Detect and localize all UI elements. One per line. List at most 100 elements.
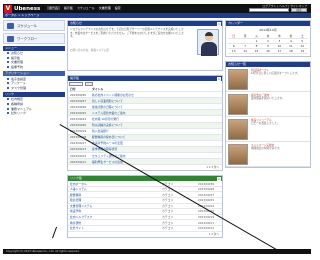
calendar-icon — [7, 22, 14, 29]
row-title[interactable]: 秋の社内イベント開催のお知らせ — [92, 93, 222, 97]
notice-panel: お知らせ × システムメンテナンスのお知らせです。下記の日程でサーバーの定期メン… — [67, 20, 223, 71]
info-panel: お知らせ一覧 新店舗オープン 10月1日に新しい店舗がオープンします。 展示会のご案… — [225, 61, 311, 168]
board-title: 掲示板 × — [68, 76, 222, 81]
row-title[interactable]: 経費精算の締め日について — [92, 135, 222, 139]
link-name[interactable]: 施設予約 — [68, 209, 162, 213]
info-item[interactable]: キャンペーン実施中 期間限定の特別企画です。 — [226, 142, 310, 167]
calendar-date[interactable]: 19 — [296, 49, 308, 54]
nav-schedule[interactable]: スケジュール — [77, 6, 95, 10]
workflow-shortcut-label: ワークフロー — [17, 37, 38, 41]
notice-title-text: お知らせ — [70, 21, 82, 25]
info-item[interactable]: 施設リニューアル ロビーを改装しました。 — [226, 117, 310, 142]
row-date: 2013/09/13 — [70, 147, 87, 152]
links-panel: リンク集 × 社内ポータル カテゴリ 2013/09/30 人事システム カテゴリ 201… — [67, 175, 223, 238]
info-item[interactable]: 新店舗オープン 10月1日に新しい店舗がオープンします。 — [226, 67, 310, 92]
links-pager[interactable]: 1 2 次へ — [68, 232, 222, 237]
row-title[interactable]: 健康診断の日程について — [92, 105, 222, 109]
row-date: 2013/09/17 — [70, 141, 87, 146]
calendar-date[interactable]: 16 — [262, 49, 274, 54]
schedule-shortcut-button[interactable]: スケジュール — [3, 20, 65, 31]
row-date: 2013/09/26 — [70, 104, 87, 109]
info-item-desc: 期間限定の特別企画です。 — [251, 147, 282, 151]
row-date: 2013/09/11 — [70, 159, 87, 164]
calendar-title: カレンダー — [226, 21, 310, 26]
link-date: 2013/09/25 — [198, 198, 215, 203]
link-name[interactable]: 勤怠管理 — [68, 198, 162, 202]
link-date: 2013/09/30 — [198, 181, 215, 186]
top-nav: ホーム 掲示板 スケジュール 文書管理 設定 — [47, 6, 121, 10]
link-name[interactable]: 社内ポータル — [68, 182, 162, 186]
filter-select[interactable] — [69, 82, 83, 86]
logo-mark: V — [4, 4, 12, 13]
calendar-date[interactable]: 17 — [273, 49, 286, 54]
nav-home[interactable]: ホーム — [47, 6, 60, 10]
schedule-shortcut-label: スケジュール — [17, 24, 38, 28]
right-column: カレンダー 2013年10月 日月火水木金土 1 2 3 4 5 6 7 8 9 10 11 12 13 1… — [225, 20, 311, 172]
row-title[interactable]: 福利厚生サービスの追加 — [92, 160, 222, 164]
link-category: カテゴリ — [162, 187, 174, 192]
link-name[interactable]: 文書管理システム — [68, 204, 162, 208]
row-date: 2013/09/30 — [70, 92, 87, 97]
link-name[interactable]: 人事システム — [68, 187, 162, 191]
notice-text: システムメンテナンスのお知らせです。下記の日程でサーバーの定期メンテナンスを実施… — [70, 28, 184, 39]
link-category: カテゴリ — [162, 226, 174, 231]
close-icon[interactable]: × — [217, 176, 221, 181]
workflow-shortcut-button[interactable]: ワークフロー — [3, 33, 65, 44]
info-thumbnail[interactable] — [228, 94, 248, 115]
search-input[interactable] — [249, 8, 289, 12]
board-panel: 掲示板 × 日付 タイトル 2013/09/30 秋の社内イベント開催のお知らせ 2… — [67, 75, 223, 172]
top-bar: V Ubeness ホーム 掲示板 スケジュール 文書管理 設定 ログアウト |… — [3, 4, 311, 13]
calendar-date[interactable]: 14 — [239, 49, 251, 54]
info-list: 新店舗オープン 10月1日に新しい店舗がオープンします。 展示会のご案内 最新製品を展… — [226, 67, 310, 167]
calendar-date[interactable]: 18 — [285, 49, 297, 54]
main-content: お知らせ × システムメンテナンスのお知らせです。下記の日程でサーバーの定期メン… — [67, 20, 223, 242]
row-title[interactable]: システム更新作業のご案内 — [92, 111, 222, 115]
link-category: カテゴリ — [162, 181, 174, 186]
row-date: 2013/09/24 — [70, 117, 87, 122]
row-title[interactable]: 防災訓練の実施について — [92, 123, 222, 127]
links-title: リンク集 × — [68, 176, 222, 182]
link-name[interactable]: 社内ヘルプデスク — [68, 215, 162, 219]
row-date: 2013/09/20 — [70, 123, 87, 128]
close-icon[interactable]: × — [217, 76, 221, 81]
link-name[interactable]: 教育研修 — [68, 221, 162, 225]
column-title: タイトル — [92, 86, 104, 91]
info-title: お知らせ一覧 — [226, 62, 310, 67]
workflow-icon — [7, 35, 14, 42]
column-date: 日付 — [70, 86, 76, 91]
link-category: カテゴリ — [162, 203, 174, 208]
nav-board[interactable]: 掲示板 — [64, 6, 73, 10]
link-name[interactable]: 経費精算 — [68, 193, 162, 197]
nav-documents[interactable]: 文書管理 — [99, 6, 111, 10]
row-title[interactable]: 夏季休暇の取得状況 — [92, 147, 222, 151]
row-title[interactable]: 会議室予約ルールの変更 — [92, 141, 222, 145]
row-date: 2013/09/27 — [70, 98, 87, 103]
logo[interactable]: V Ubeness — [3, 4, 43, 13]
link-date: 2013/09/17 — [198, 220, 215, 225]
search-button[interactable]: 検索 — [291, 8, 307, 12]
link-name[interactable]: 社外サイト — [68, 226, 162, 230]
info-thumbnail[interactable] — [228, 144, 248, 165]
sidebar-item[interactable]: 設備予約 — [3, 65, 65, 70]
row-title[interactable]: 新しい就業規則について — [92, 99, 222, 103]
board-pager[interactable]: 1 2 3 次へ — [68, 165, 222, 170]
info-item[interactable]: 展示会のご案内 最新製品を展示いたします。 — [226, 92, 310, 117]
link-date: 2013/09/28 — [198, 187, 215, 192]
sidebar-item[interactable]: タスク管理 — [3, 86, 65, 91]
links-title-text: リンク集 — [70, 176, 83, 181]
filter-button[interactable] — [85, 82, 93, 86]
calendar-date[interactable]: 13 — [228, 49, 240, 54]
info-thumbnail[interactable] — [228, 69, 248, 90]
board-title-text: 掲示板 — [70, 76, 80, 80]
row-title[interactable]: 社内報 10月号の発行 — [92, 117, 222, 121]
info-thumbnail[interactable] — [228, 119, 248, 140]
close-icon[interactable]: × — [217, 21, 221, 26]
sidebar-item[interactable]: 社外リンク — [3, 111, 65, 116]
info-item-desc: 10月1日に新しい店舗がオープンします。 — [251, 72, 300, 76]
logo-text: Ubeness — [14, 5, 41, 12]
nav-settings[interactable]: 設定 — [115, 6, 121, 10]
info-item-desc: ロビーを改装しました。 — [251, 122, 280, 126]
calendar-date[interactable]: 15 — [250, 49, 263, 54]
row-title[interactable]: 新入社員紹介 — [92, 129, 222, 133]
link-rows: 社内ポータル カテゴリ 2013/09/30 人事システム カテゴリ 2013/09/28… — [68, 181, 222, 232]
